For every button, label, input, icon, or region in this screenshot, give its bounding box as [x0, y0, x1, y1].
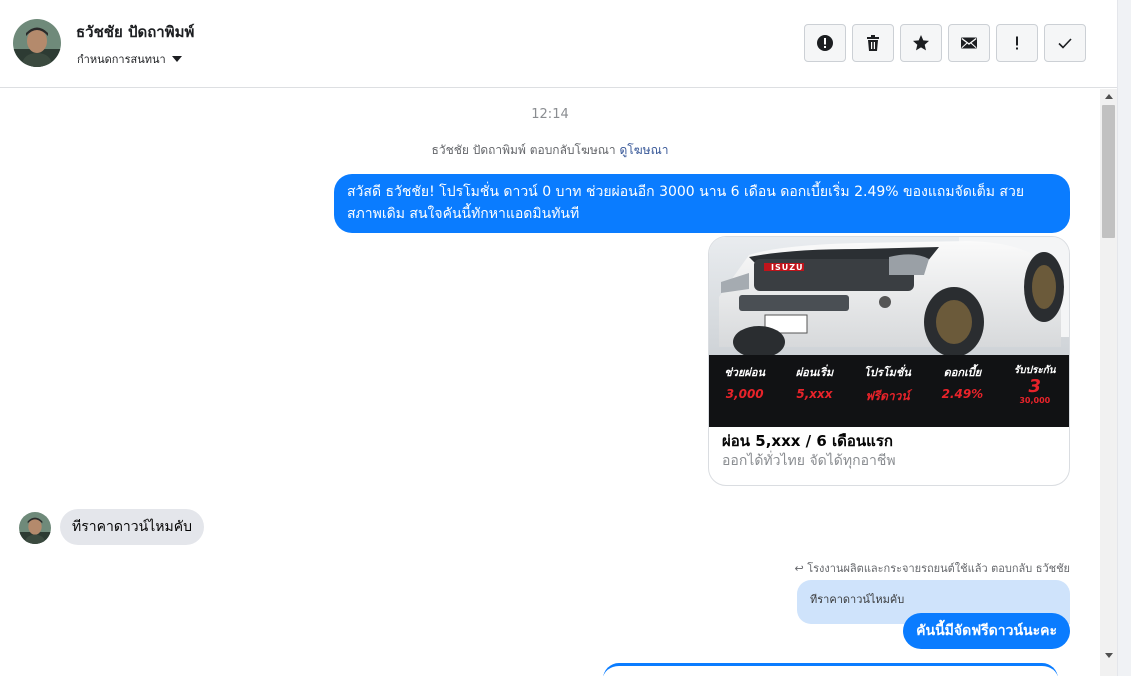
thread-scrollbar[interactable]: [1100, 89, 1117, 676]
star-button[interactable]: [900, 24, 942, 62]
promo-item: ผ่อนเริ่ม 5,xxx: [796, 363, 834, 401]
avatar[interactable]: [19, 512, 51, 544]
delete-button[interactable]: [852, 24, 894, 62]
promo-label: ดอกเบี้ย: [943, 366, 982, 379]
ad-card[interactable]: ช่วยผ่อน 3,000 ผ่อนเริ่ม 5,xxx โปรโมชั่น…: [708, 236, 1070, 486]
scrollbar-thumb[interactable]: [1102, 105, 1115, 238]
star-icon: [913, 35, 929, 51]
promo-subvalue: 30,000: [1019, 396, 1051, 405]
ad-promo-strip: ช่วยผ่อน 3,000 ผ่อนเริ่ม 5,xxx โปรโมชั่น…: [709, 355, 1069, 427]
promo-label: โปรโมชั่น: [863, 366, 911, 379]
scroll-down-arrow-icon[interactable]: [1100, 648, 1117, 662]
conversation-settings-dropdown[interactable]: กำหนดการสนทนา: [77, 50, 182, 68]
view-ad-link[interactable]: ดูโฆษณา: [620, 143, 669, 157]
promo-value: 2.49%: [941, 387, 984, 401]
brand-logo: ISUZU: [771, 263, 804, 272]
alert-circle-icon: [817, 35, 833, 51]
promo-value: 5,xxx: [796, 387, 833, 401]
reply-arrow-icon: ↩: [794, 562, 804, 575]
conversation-settings-label: กำหนดการสนทนา: [77, 53, 166, 66]
spam-button[interactable]: [804, 24, 846, 62]
conversation-header: ธวัชชัย ปัดถาพิมพ์ กำหนดการสนทนา: [0, 0, 1117, 88]
scroll-up-arrow-icon[interactable]: [1100, 89, 1117, 103]
ad-subtitle: ออกได้ทั่วไทย จัดได้ทุกอาชีพ: [722, 453, 896, 469]
promo-value: ฟรีดาวน์: [865, 389, 910, 403]
envelope-icon: [961, 37, 977, 49]
message-thread[interactable]: 12:14 ธวัชชัย ปัดถาพิมพ์ ตอบกลับโฆษณา ดู…: [0, 89, 1100, 676]
outgoing-reply-message[interactable]: คันนี้มีจัดฟรีดาวน์นะคะ: [903, 613, 1070, 649]
message-timestamp: 12:14: [531, 107, 569, 122]
window-edge: [1117, 0, 1131, 676]
promo-label: ผ่อนเริ่ม: [795, 366, 834, 379]
promo-value: 3: [1028, 376, 1042, 397]
avatar[interactable]: [13, 19, 61, 67]
ad-reply-note-text: ธวัชชัย ปัดถาพิมพ์ ตอบกลับโฆษณา: [431, 143, 616, 157]
contact-name[interactable]: ธวัชชัย ปัดถาพิมพ์: [76, 20, 194, 44]
inbox-conversation: ธวัชชัย ปัดถาพิมพ์ กำหนดการสนทนา 12:14 ธ…: [0, 0, 1117, 676]
action-toolbar: [804, 24, 1086, 62]
mark-unread-button[interactable]: [948, 24, 990, 62]
reply-meta: ↩ โรงงานผลิตและกระจายรถยนต์ใช้แล้ว ตอบกล…: [795, 559, 1070, 577]
trash-icon: [867, 35, 879, 51]
incoming-message[interactable]: ทีราคาดาวน์ไหมคับ: [60, 509, 204, 545]
exclamation-icon: [1016, 36, 1018, 50]
reply-meta-text: โรงงานผลิตและกระจายรถยนต์ใช้แล้ว ตอบกลับ…: [807, 562, 1070, 575]
promo-item: ดอกเบี้ย 2.49%: [942, 363, 984, 401]
ad-reply-note: ธวัชชัย ปัดถาพิมพ์ ตอบกลับโฆษณา ดูโฆษณา: [0, 141, 1100, 160]
outgoing-message[interactable]: สวัสดี ธวัชชัย! โปรโมชั่น ดาวน์ 0 บาท ช่…: [334, 174, 1070, 233]
promo-item: ช่วยผ่อน 3,000: [724, 363, 765, 401]
next-message-peek: [603, 663, 1058, 676]
promo-item: รับประกัน 3 30,000: [1014, 363, 1056, 405]
follow-up-button[interactable]: [996, 24, 1038, 62]
checkmark-icon: [1058, 38, 1072, 49]
mark-done-button[interactable]: [1044, 24, 1086, 62]
promo-label: ช่วยผ่อน: [724, 366, 766, 379]
caret-down-icon: [171, 56, 182, 62]
promo-value: 3,000: [725, 387, 764, 401]
promo-item: โปรโมชั่น ฟรีดาวน์: [864, 363, 911, 406]
